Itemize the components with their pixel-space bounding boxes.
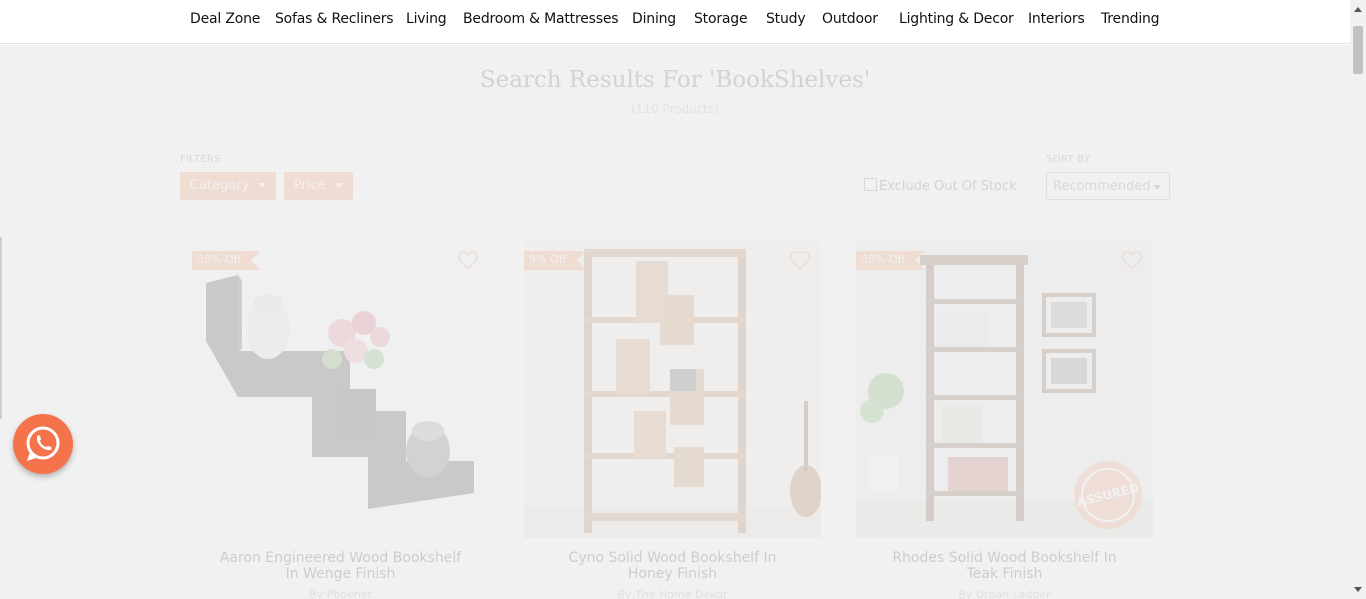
product-card[interactable]: 38% Off ASSURED Rhodes Solid Wood Booksh…: [856, 241, 1153, 599]
nav-item-living[interactable]: Living: [406, 11, 447, 27]
exclude-out-of-stock-checkbox[interactable]: [864, 178, 877, 191]
scroll-down-arrow-icon[interactable]: [1354, 587, 1362, 592]
nav-item-dining[interactable]: Dining: [632, 11, 676, 27]
sort-by-label: SORT BY: [1046, 154, 1091, 165]
product-count: (110 Products): [631, 102, 719, 116]
price-filter-label: Price: [294, 178, 326, 193]
product-name[interactable]: Rhodes Solid Wood Bookshelf In Teak Fini…: [856, 550, 1153, 582]
page-scrollbar[interactable]: [1350, 0, 1366, 599]
product-card[interactable]: 38% Off Aaron Engineered Wood Bookshelf …: [192, 241, 489, 599]
product-seller: By The Home Dekor: [617, 588, 728, 599]
chevron-down-icon: [258, 183, 267, 188]
nav-item-sofas-recliners[interactable]: Sofas & Recliners: [275, 11, 394, 27]
nav-item-trending[interactable]: Trending: [1101, 11, 1160, 27]
whatsapp-chat-button[interactable]: [13, 414, 73, 474]
sort-select[interactable]: Recommended: [1046, 172, 1170, 200]
nav-item-study[interactable]: Study: [766, 11, 806, 27]
search-results-page: Search Results For 'BookShelves' (110 Pr…: [0, 45, 1350, 599]
product-card[interactable]: 9% Off Cyno Solid Wood Bookshelf In Hone…: [524, 241, 821, 599]
nav-item-bedroom-mattresses[interactable]: Bedroom & Mattresses: [463, 11, 619, 27]
category-filter-button[interactable]: Category: [180, 172, 277, 200]
price-filter-button[interactable]: Price: [284, 172, 353, 200]
nav-item-deal-zone[interactable]: Deal Zone: [190, 11, 260, 27]
bookshelf-honey-picture: [524, 241, 821, 538]
chevron-down-icon: [334, 183, 343, 188]
exclude-out-of-stock-toggle[interactable]: Exclude Out Of Stock: [864, 178, 1017, 194]
side-feedback-tab[interactable]: [0, 237, 2, 419]
category-filter-label: Category: [190, 178, 250, 193]
sort-selected-value: Recommended: [1053, 179, 1151, 194]
nav-item-lighting-decor[interactable]: Lighting & Decor: [899, 11, 1014, 27]
whatsapp-icon: [26, 426, 60, 461]
filters-label: FILTERS: [180, 154, 221, 165]
bookshelf-wenge-picture: [192, 241, 489, 538]
bookshelf-teak-picture: ASSURED: [856, 241, 1153, 538]
scrollbar-thumb[interactable]: [1353, 26, 1363, 74]
nav-item-interiors[interactable]: Interiors: [1028, 11, 1085, 27]
product-seller: By Urban Ladder: [958, 588, 1051, 599]
product-image[interactable]: 9% Off: [524, 241, 821, 538]
product-name[interactable]: Cyno Solid Wood Bookshelf In Honey Finis…: [524, 550, 821, 582]
product-image[interactable]: 38% Off: [856, 241, 1153, 538]
nav-item-outdoor[interactable]: Outdoor: [822, 11, 878, 27]
product-image[interactable]: 38% Off: [192, 241, 489, 538]
divider: [180, 131, 1169, 132]
product-name[interactable]: Aaron Engineered Wood Bookshelf In Wenge…: [192, 550, 489, 582]
page-title: Search Results For 'BookShelves': [479, 67, 871, 93]
divider: [180, 208, 1169, 209]
heart-icon[interactable]: [789, 249, 811, 271]
nav-item-storage[interactable]: Storage: [694, 11, 748, 27]
chevron-down-icon: [1153, 185, 1161, 190]
heart-icon[interactable]: [457, 249, 479, 271]
scroll-up-arrow-icon[interactable]: [1354, 7, 1362, 12]
product-seller: By Phoenet: [309, 588, 372, 599]
top-navigation: Deal Zone Sofas & Recliners Living Bedro…: [0, 0, 1350, 44]
heart-icon[interactable]: [1121, 249, 1143, 271]
exclude-out-of-stock-label: Exclude Out Of Stock: [879, 179, 1017, 194]
